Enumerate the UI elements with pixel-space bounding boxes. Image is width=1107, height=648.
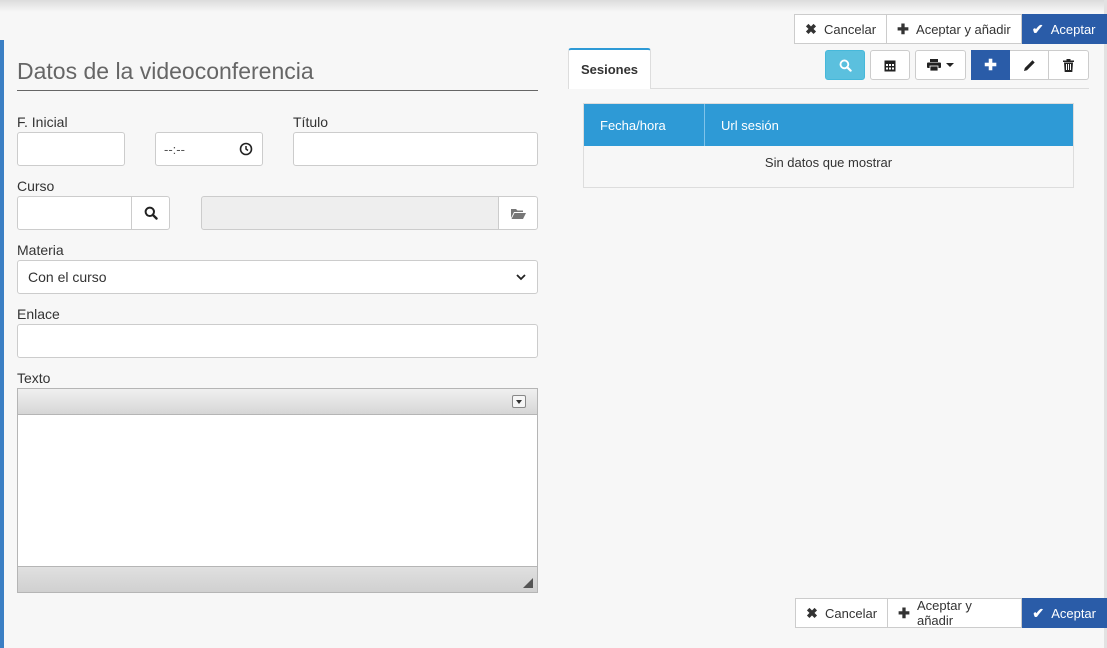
search-icon bbox=[144, 206, 158, 220]
sessions-add-button[interactable]: ✚ bbox=[971, 50, 1010, 80]
curso-label: Curso bbox=[17, 178, 55, 194]
print-icon bbox=[927, 59, 941, 71]
curso-browse-button[interactable] bbox=[498, 196, 538, 230]
trash-icon bbox=[1063, 58, 1074, 72]
plus-icon: ✚ bbox=[898, 604, 910, 621]
cancel-label: Cancelar bbox=[825, 605, 878, 621]
sessions-grid-header: Fecha/hora Url sesión bbox=[584, 104, 1073, 146]
cancel-button[interactable]: ✖ Cancelar bbox=[794, 14, 888, 44]
check-icon: ✔ bbox=[1032, 604, 1045, 621]
accept-button[interactable]: ✔ Aceptar bbox=[1022, 598, 1107, 628]
accept-button[interactable]: ✔ Aceptar bbox=[1021, 14, 1107, 44]
column-header-url-sesion[interactable]: Url sesión bbox=[704, 104, 1073, 146]
materia-select[interactable]: Con el curso bbox=[17, 260, 538, 294]
cancel-label: Cancelar bbox=[824, 21, 877, 37]
curso-search-button[interactable] bbox=[131, 196, 170, 230]
accept-label: Aceptar bbox=[1051, 605, 1096, 621]
plus-icon: ✚ bbox=[984, 57, 997, 74]
plus-icon: ✚ bbox=[897, 20, 909, 37]
fecha-inicial-label: F. Inicial bbox=[17, 114, 68, 130]
left-accent-bar bbox=[0, 40, 4, 648]
hora-value: --:-- bbox=[164, 142, 185, 157]
cancel-button[interactable]: ✖ Cancelar bbox=[795, 598, 889, 628]
editor-menu-dropdown-icon[interactable] bbox=[512, 395, 526, 408]
accept-and-add-button[interactable]: ✚ Aceptar y añadir bbox=[888, 598, 1023, 628]
materia-label: Materia bbox=[17, 242, 64, 258]
fecha-inicial-input[interactable] bbox=[17, 132, 125, 166]
materia-selected-value: Con el curso bbox=[28, 269, 107, 285]
bottom-action-bar: ✖ Cancelar ✚ Aceptar y añadir ✔ Aceptar bbox=[795, 598, 1107, 628]
sessions-edit-button[interactable] bbox=[1010, 50, 1049, 80]
sessions-empty-message: Sin datos que mostrar bbox=[764, 154, 893, 170]
folder-open-icon bbox=[510, 208, 526, 219]
accept-and-add-label: Aceptar y añadir bbox=[916, 21, 1011, 37]
accept-and-add-button[interactable]: ✚ Aceptar y añadir bbox=[887, 14, 1022, 44]
sessions-grid: Fecha/hora Url sesión Sin datos que most… bbox=[583, 103, 1074, 188]
check-icon: ✔ bbox=[1031, 20, 1044, 37]
clock-icon bbox=[239, 142, 253, 156]
calendar-icon bbox=[884, 60, 896, 71]
chevron-down-icon bbox=[516, 274, 526, 281]
texto-editor bbox=[17, 388, 538, 593]
editor-status-bar bbox=[18, 566, 537, 592]
tab-divider bbox=[651, 88, 1089, 89]
top-shadow bbox=[0, 0, 1107, 12]
search-icon bbox=[839, 59, 852, 72]
sessions-search-button[interactable] bbox=[825, 50, 865, 80]
titulo-label: Título bbox=[293, 114, 329, 130]
titulo-input[interactable] bbox=[293, 132, 538, 166]
close-icon: ✖ bbox=[805, 20, 817, 37]
form-title: Datos de la videoconferencia bbox=[17, 58, 538, 91]
pencil-icon bbox=[1023, 59, 1035, 71]
close-icon: ✖ bbox=[806, 604, 818, 621]
texto-label: Texto bbox=[17, 370, 51, 386]
editor-toolbar bbox=[18, 389, 537, 415]
column-header-fecha-hora[interactable]: Fecha/hora bbox=[584, 104, 704, 146]
enlace-label: Enlace bbox=[17, 306, 60, 322]
hora-input[interactable]: --:-- bbox=[155, 132, 263, 166]
sessions-print-dropdown[interactable] bbox=[915, 50, 966, 80]
caret-down-icon bbox=[946, 63, 954, 67]
top-action-bar: ✖ Cancelar ✚ Aceptar y añadir ✔ Aceptar bbox=[794, 14, 1107, 44]
sessions-calendar-button[interactable] bbox=[870, 50, 910, 80]
sessions-delete-button[interactable] bbox=[1049, 50, 1089, 80]
accept-and-add-label: Aceptar y añadir bbox=[916, 598, 972, 628]
resize-handle-icon[interactable] bbox=[523, 578, 533, 588]
accept-label: Aceptar bbox=[1050, 21, 1096, 37]
editor-text-area[interactable] bbox=[18, 415, 537, 566]
curso-name-field bbox=[201, 196, 499, 230]
curso-code-input[interactable] bbox=[17, 196, 132, 230]
enlace-input[interactable] bbox=[17, 324, 538, 358]
tab-sesiones[interactable]: Sesiones bbox=[568, 48, 651, 89]
